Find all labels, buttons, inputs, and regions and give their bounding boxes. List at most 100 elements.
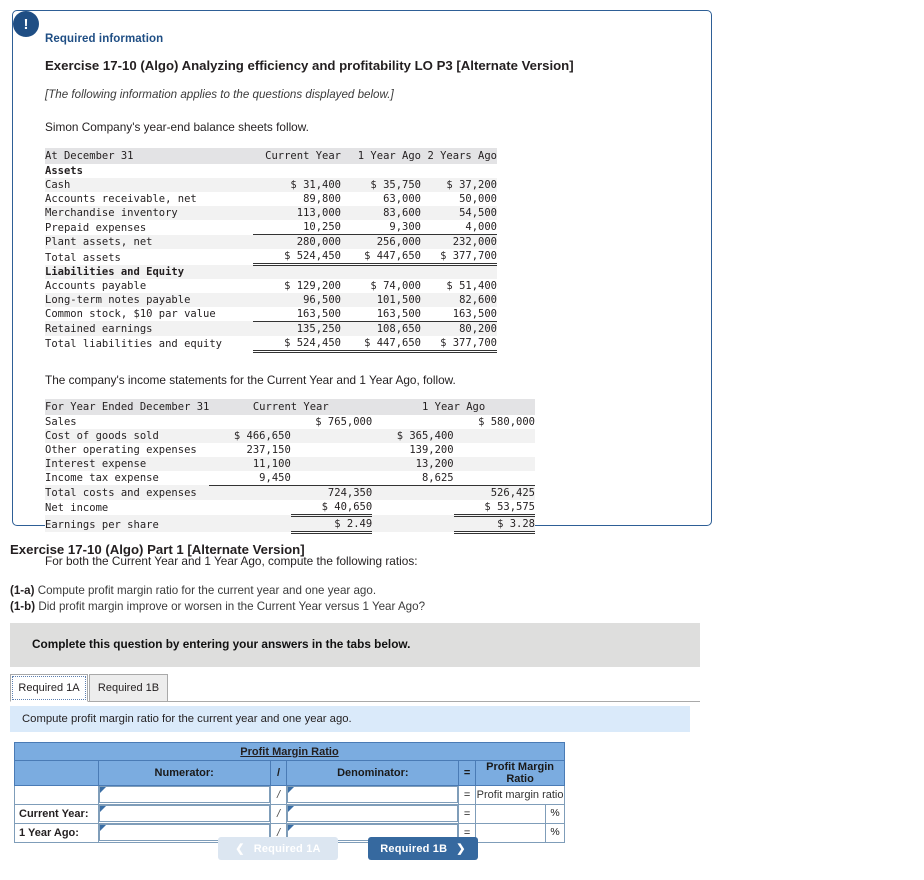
is-row-label: Sales [45,415,77,428]
result-input-1-year-ago[interactable] [476,824,545,841]
bs-cell: 163,500 [452,307,497,320]
bs-cell: 280,000 [253,234,341,249]
part-title: Exercise 17-10 (Algo) Part 1 [Alternate … [10,542,305,557]
table-row: / = Profit margin ratio [14,785,565,805]
bs-total-label: Total liabilities and equity [45,338,223,350]
percent-suffix-current-year: % [545,805,564,823]
profit-margin-answer-table: Profit Margin Ratio Numerator: / Denomin… [14,742,565,843]
is-cell: 237,150 [246,443,291,456]
denominator-cell-0[interactable] [286,785,460,805]
is-cell: 724,350 [290,484,373,500]
required-information-label: Required information [45,33,164,45]
numerator-cell-current-year[interactable] [97,804,271,824]
bs-cell: 54,500 [421,206,497,220]
table-row: For Year Ended December 31 Current Year … [45,398,535,415]
bs-total-cell: $ 447,650 [341,335,421,353]
question-1a-text: Compute profit margin ratio for the curr… [37,584,377,597]
complete-question-banner: Complete this question by entering your … [10,623,700,667]
table-row: Cost of goods sold $ 466,650 $ 365,400 [45,428,535,443]
bs-cell: 108,650 [341,320,421,336]
bs-row-label: Cash [45,178,253,192]
is-cell: $ 2.49 [290,515,373,534]
next-required-1b-button[interactable]: Required 1B ❯ [368,837,478,860]
table-row: Prepaid expenses 10,250 9,300 4,000 [45,220,497,235]
row-label-1-year-ago: 1 Year Ago: [14,823,99,843]
bs-row-label: Accounts receivable, net [45,193,197,205]
is-cell: 9,450 [209,470,291,486]
result-cell-1-year-ago[interactable]: % [475,823,565,843]
row-label-0 [14,785,99,805]
numerator-cell-0[interactable] [97,785,271,805]
is-cell: 139,200 [409,443,454,456]
table-row: Total costs and expenses 724,350 526,425 [45,484,535,500]
table-row: Current Year: / = % [14,804,565,824]
required-tabs: Required 1A Required 1B [10,672,700,705]
table-row: Income tax expense 9,450 8,625 [45,470,535,486]
bs-total-cell: $ 377,700 [421,249,497,266]
slash-0: / [269,785,288,805]
income-statement-table: For Year Ended December 31 Current Year … [45,398,535,534]
table-row: Net income $ 40,650 $ 53,575 [45,499,535,517]
bs-cell: 63,000 [383,193,421,205]
bs-section-assets: Assets [45,165,83,177]
answer-table-title-text: Profit Margin Ratio [240,745,339,758]
bs-cell: 135,250 [253,320,341,336]
result-cell-current-year[interactable]: % [475,804,565,824]
bs-total-cell: $ 447,650 [341,249,421,266]
bs-cell: $ 74,000 [370,279,421,292]
result-input-current-year[interactable] [476,805,545,822]
bs-cell: 89,800 [303,193,341,205]
bs-total-cell: $ 524,450 [253,249,341,266]
table-row: Plant assets, net 280,000 256,000 232,00… [45,234,497,249]
bs-cell: 96,500 [253,292,341,307]
denominator-input-0[interactable] [287,786,459,803]
is-col-current: Current Year [209,398,373,415]
slash-current-year: / [269,804,288,824]
bs-row-label: Retained earnings [45,321,253,336]
next-button-label: Required 1B [380,842,448,855]
is-row-label: Interest expense [45,456,210,471]
table-row: Total liabilities and equity $ 524,450 $… [45,335,497,353]
col-denominator: Denominator: [286,760,460,786]
tab-required-1a[interactable]: Required 1A [10,674,88,702]
bs-cell: $ 37,200 [421,178,497,192]
is-total-label: Net income [45,502,109,514]
tab-required-1b-label: Required 1B [97,682,160,694]
bs-cell: $ 31,400 [253,178,341,192]
question-1b: (1-b) Did profit margin improve or worse… [10,599,425,615]
bs-total-label: Total assets [45,251,121,264]
denominator-cell-current-year[interactable] [286,804,460,824]
chevron-left-icon: ❮ [235,843,245,855]
is-cell: 8,625 [372,470,454,486]
complete-question-text: Complete this question by entering your … [32,637,411,651]
bs-row-label: Plant assets, net [45,234,253,249]
table-row: Total assets $ 524,450 $ 447,650 $ 377,7… [45,249,497,266]
table-row: Cash $ 31,400 $ 35,750 $ 37,200 [45,178,497,192]
bs-row-label: Merchandise inventory [45,206,253,220]
tab-required-1b[interactable]: Required 1B [89,674,168,702]
bs-cell: 80,200 [421,320,497,336]
result-label-0: Profit margin ratio [475,785,565,805]
bs-cell: $ 35,750 [341,178,421,192]
bs-cell: 101,500 [341,292,421,307]
equals-0: = [458,785,477,805]
bs-cell: 82,600 [421,292,497,307]
prev-required-1a-button[interactable]: ❮ Required 1A [218,837,338,860]
bs-total-cell: $ 524,450 [253,335,341,353]
bs-cell: 113,000 [253,206,341,220]
table-row: Earnings per share $ 2.49 $ 3.28 [45,515,535,534]
table-row: Interest expense 11,100 13,200 [45,456,535,471]
numerator-input-0[interactable] [98,786,270,803]
is-cell: 526,425 [453,484,535,500]
bs-col-2yr: 2 Years Ago [421,148,497,164]
table-row: Sales $ 765,000 $ 580,000 [45,415,535,429]
tab-required-1a-label: Required 1A [18,682,80,694]
bs-section-liabilities: Liabilities and Equity [45,264,253,279]
is-cell: $ 3.28 [453,515,535,534]
applies-note: [The following information applies to th… [45,88,394,101]
table-row: Accounts payable $ 129,200 $ 74,000 $ 51… [45,279,497,293]
denominator-input-current-year[interactable] [287,805,459,822]
bs-row-label: Common stock, $10 par value [45,308,216,320]
numerator-input-current-year[interactable] [98,805,270,822]
question-1a: (1-a) Compute profit margin ratio for th… [10,583,425,599]
